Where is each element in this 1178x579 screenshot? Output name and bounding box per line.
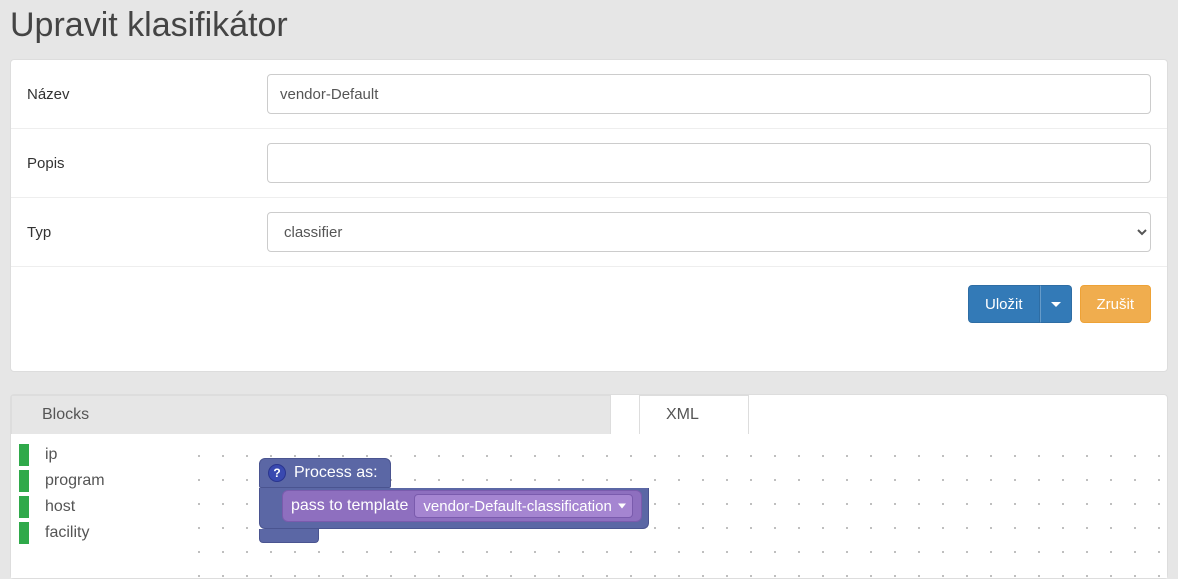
type-select[interactable]: classifier — [267, 212, 1151, 252]
tabbar: Blocks XML — [11, 395, 1167, 434]
help-icon[interactable]: ? — [268, 464, 286, 482]
editor-panel: Blocks XML ip program host facility ? Pr… — [10, 394, 1168, 579]
tab-xml[interactable]: XML — [639, 395, 749, 434]
process-block-head: ? Process as: — [259, 458, 391, 488]
block-category-label: ip — [45, 446, 57, 464]
blocks-area: ip program host facility ? Process as: p… — [11, 438, 1167, 578]
blockly-workspace[interactable]: ? Process as: pass to template vendor-De… — [181, 438, 1167, 578]
page-title: Upravit klasifikátor — [10, 6, 1168, 45]
process-block-title: Process as: — [294, 464, 378, 482]
blocks-sidebar: ip program host facility — [11, 438, 181, 578]
save-button-group: Uložit — [968, 285, 1072, 323]
form-row-name: Název — [11, 60, 1167, 129]
process-block-body: pass to template vendor-Default-classifi… — [259, 488, 649, 529]
desc-label: Popis — [27, 155, 267, 172]
block-category-ip[interactable]: ip — [19, 442, 181, 468]
block-category-program[interactable]: program — [19, 468, 181, 494]
name-label: Název — [27, 86, 267, 103]
button-row: Uložit Zrušit — [11, 267, 1167, 371]
process-block-connector — [259, 529, 319, 543]
form-panel: Název Popis Typ classifier Uložit — [10, 59, 1168, 372]
cancel-button[interactable]: Zrušit — [1080, 285, 1152, 323]
block-category-label: facility — [45, 524, 89, 542]
process-block[interactable]: ? Process as: pass to template vendor-De… — [259, 458, 649, 543]
category-color-icon — [19, 522, 29, 544]
form-row-desc: Popis — [11, 129, 1167, 198]
block-category-host[interactable]: host — [19, 494, 181, 520]
category-color-icon — [19, 444, 29, 466]
block-category-label: program — [45, 472, 105, 490]
category-color-icon — [19, 470, 29, 492]
form-row-type: Typ classifier — [11, 198, 1167, 267]
type-label: Typ — [27, 224, 267, 241]
pass-to-template-block[interactable]: pass to template vendor-Default-classifi… — [282, 490, 642, 522]
block-category-label: host — [45, 498, 75, 516]
caret-down-icon — [1051, 302, 1061, 307]
template-dropdown[interactable]: vendor-Default-classification — [414, 494, 632, 518]
save-dropdown-toggle[interactable] — [1040, 285, 1072, 323]
desc-input[interactable] — [267, 143, 1151, 183]
tab-blocks[interactable]: Blocks — [11, 395, 611, 434]
name-input[interactable] — [267, 74, 1151, 114]
save-button[interactable]: Uložit — [968, 285, 1040, 323]
block-category-facility[interactable]: facility — [19, 520, 181, 546]
pass-to-template-label: pass to template — [291, 497, 408, 515]
category-color-icon — [19, 496, 29, 518]
